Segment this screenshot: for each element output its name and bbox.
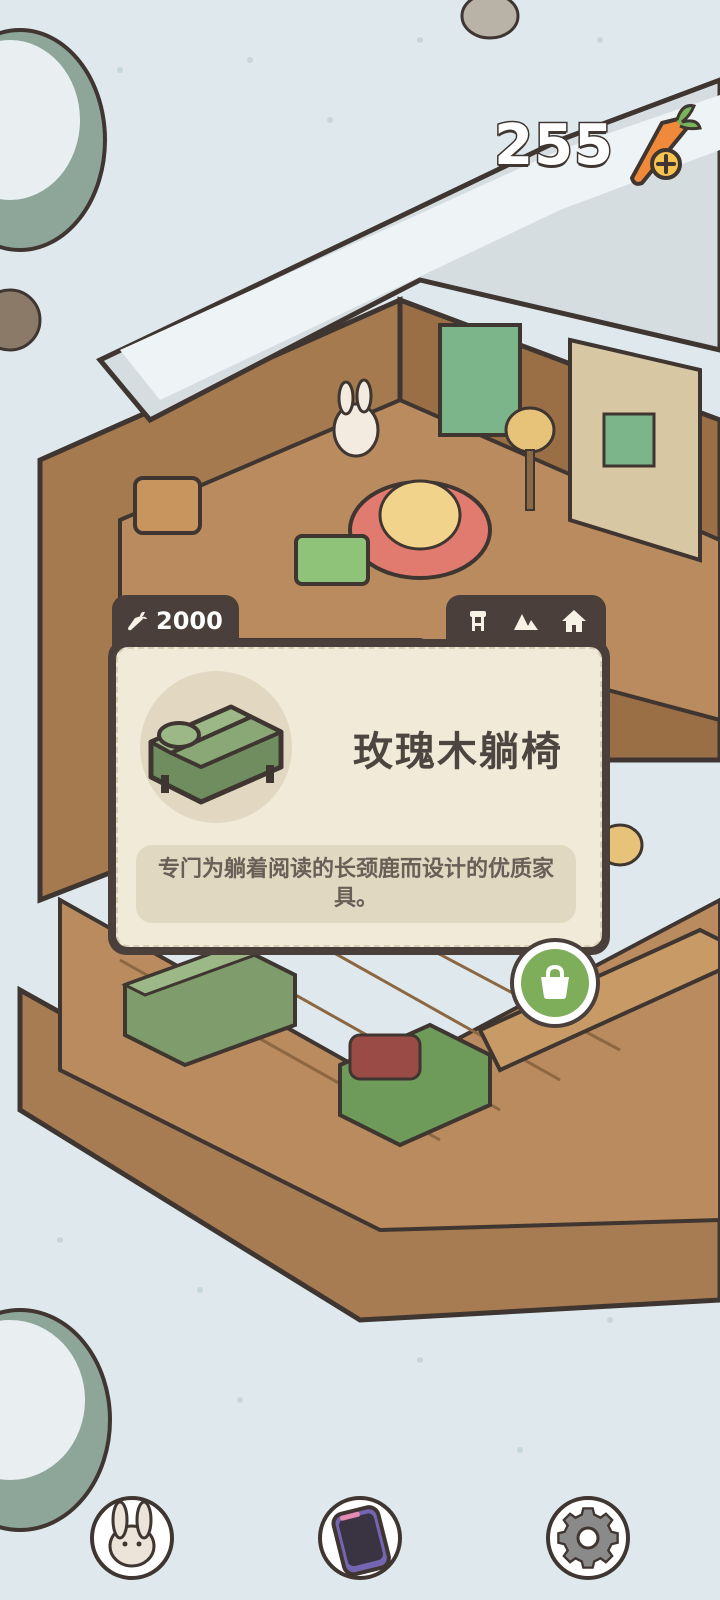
phone-icon (318, 1496, 402, 1580)
dock-bunny-button[interactable] (84, 1488, 180, 1584)
item-card-frame: 玫瑰木躺椅 专门为躺着阅读的长颈鹿而设计的优质家具。 (108, 639, 610, 955)
item-price: 2000 (156, 607, 223, 635)
dock-phone-button[interactable] (312, 1488, 408, 1584)
item-info-card: 玫瑰木躺椅 专门为躺着阅读的长颈鹿而设计的优质家具。 2000 (108, 595, 610, 955)
carrot-count: 255 (493, 111, 615, 179)
shopping-bag-icon (541, 964, 569, 999)
item-description-box: 专门为躺着阅读的长颈鹿而设计的优质家具。 (136, 845, 576, 923)
buy-bag-button[interactable] (514, 942, 596, 1024)
house-icon (562, 610, 586, 632)
carrot-counter[interactable]: 255 (493, 98, 702, 192)
carrot-icon (128, 611, 147, 631)
bunny-icon (90, 1496, 174, 1580)
tab-home[interactable] (558, 605, 590, 637)
tab-furniture[interactable] (462, 605, 494, 637)
tab-outdoor[interactable] (510, 605, 542, 637)
dock-settings-button[interactable] (540, 1488, 636, 1584)
carrot-plus-icon[interactable] (622, 98, 702, 192)
price-tag: 2000 (112, 595, 239, 647)
mountain-icon (514, 614, 538, 630)
gear-icon (546, 1496, 630, 1580)
category-tabs (446, 595, 606, 647)
stool-icon (470, 611, 486, 631)
green-chaise-lounge-icon (148, 704, 284, 805)
item-name: 玫瑰木躺椅 (353, 729, 563, 775)
item-thumbnail (140, 671, 292, 823)
item-card-content: 玫瑰木躺椅 专门为躺着阅读的长颈鹿而设计的优质家具。 (116, 647, 602, 947)
item-description: 专门为躺着阅读的长颈鹿而设计的优质家具。 (157, 857, 554, 911)
